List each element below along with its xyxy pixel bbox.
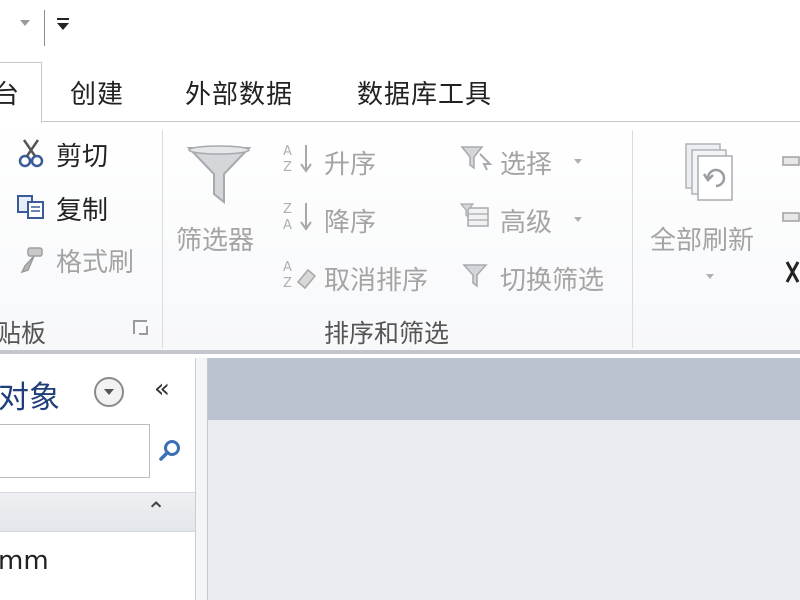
group-separator <box>632 130 633 348</box>
list-item[interactable]: mm <box>0 546 49 576</box>
svg-text:Z: Z <box>283 160 292 174</box>
format-painter-button[interactable]: 格式刷 <box>56 242 134 279</box>
save-record-icon[interactable] <box>782 210 800 224</box>
scissors-icon <box>18 139 44 168</box>
copy-icon <box>17 195 44 219</box>
toggle-filter-icon <box>462 264 488 288</box>
filter-funnel-icon <box>186 145 252 205</box>
svg-text:A: A <box>283 260 292 275</box>
toggle-filter-button[interactable]: 切换筛选 <box>500 260 604 297</box>
refresh-all-dropdown-icon[interactable] <box>706 274 714 279</box>
selection-filter-icon <box>460 146 492 171</box>
advanced-filter-icon <box>460 203 489 227</box>
sort-ascending-button[interactable]: 升序 <box>324 144 376 181</box>
sort-ascending-icon: A Z <box>283 144 312 174</box>
refresh-all-icon <box>685 143 733 201</box>
selection-button[interactable]: 选择 <box>500 144 552 181</box>
nav-collapse-icon[interactable]: « <box>154 374 170 404</box>
group-separator <box>162 130 163 348</box>
advanced-button[interactable]: 高级 <box>500 202 552 239</box>
sort-filter-group-label: 排序和筛选 <box>324 319 450 348</box>
document-work-area <box>208 358 800 600</box>
search-icon[interactable] <box>158 438 182 462</box>
ribbon: 剪切 复制 格式刷 贴板 筛选器 A Z 升序 Z A 降序 A Z 取消排序 <box>0 122 800 354</box>
refresh-all-button[interactable]: 全部刷新 <box>650 220 754 257</box>
nav-group-header[interactable]: ⌃ <box>0 492 195 532</box>
clipboard-group-label: 贴板 <box>0 319 47 348</box>
nav-pane-title[interactable]: 对象 <box>0 372 60 417</box>
quick-access-toolbar <box>0 0 800 56</box>
nav-search-box <box>0 424 150 478</box>
tab-create[interactable]: 创建 <box>70 74 124 111</box>
clear-sort-button[interactable]: 取消排序 <box>324 260 428 297</box>
svg-text:A: A <box>283 144 292 159</box>
svg-text:Z: Z <box>283 202 292 217</box>
new-record-icon[interactable] <box>782 154 800 168</box>
selection-dropdown-icon[interactable] <box>574 159 582 164</box>
sort-descending-button[interactable]: 降序 <box>324 202 376 239</box>
filter-button[interactable]: 筛选器 <box>176 220 254 257</box>
chevron-up-icon[interactable]: ⌃ <box>146 497 166 525</box>
delete-record-icon[interactable] <box>784 258 800 286</box>
clipboard-dialog-launcher-icon[interactable] <box>133 320 148 335</box>
copy-button[interactable]: 复制 <box>56 190 108 227</box>
qat-dropdown-arrow-icon[interactable] <box>20 20 30 26</box>
nav-menu-dropdown-icon[interactable] <box>94 377 124 407</box>
tab-database-tools[interactable]: 数据库工具 <box>357 74 492 111</box>
search-input[interactable] <box>0 425 149 477</box>
cut-button[interactable]: 剪切 <box>56 136 108 173</box>
tab-home-label: 台 <box>0 80 20 110</box>
advanced-dropdown-icon[interactable] <box>574 217 582 222</box>
pane-splitter[interactable] <box>196 358 208 600</box>
sort-descending-icon: Z A <box>283 202 312 232</box>
format-painter-icon <box>20 247 43 274</box>
tab-external-data[interactable]: 外部数据 <box>185 74 293 111</box>
svg-text:Z: Z <box>283 276 292 290</box>
svg-text:A: A <box>283 218 292 232</box>
qat-separator <box>44 10 45 46</box>
ribbon-tabs: 台 创建 外部数据 数据库工具 <box>0 56 800 123</box>
customize-qat-icon[interactable] <box>56 18 70 32</box>
tab-home[interactable]: 台 <box>0 62 42 123</box>
navigation-pane: 对象 « ⌃ mm <box>0 358 196 600</box>
clear-sort-icon: A Z <box>283 260 317 290</box>
document-tab-bar <box>208 358 800 420</box>
